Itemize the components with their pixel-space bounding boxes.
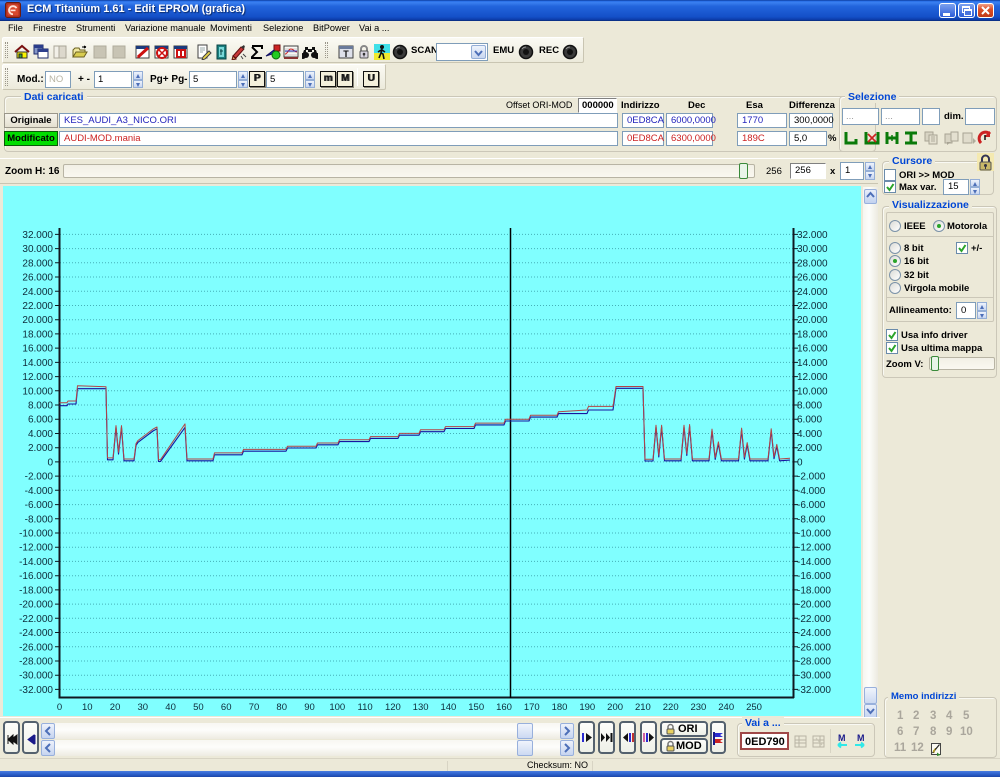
svg-text:-4.000: -4.000	[25, 486, 54, 497]
svg-text:-22.000: -22.000	[797, 614, 831, 625]
svg-text:-18.000: -18.000	[797, 585, 831, 596]
svg-text:-20.000: -20.000	[797, 600, 831, 611]
svg-text:190: 190	[579, 702, 595, 713]
svg-text:-28.000: -28.000	[797, 657, 831, 668]
svg-text:20: 20	[110, 702, 121, 713]
svg-text:80: 80	[276, 702, 287, 713]
svg-text:120: 120	[385, 702, 401, 713]
svg-text:-32.000: -32.000	[19, 685, 53, 696]
svg-text:130: 130	[413, 702, 429, 713]
svg-text:-10.000: -10.000	[797, 529, 831, 540]
svg-text:-30.000: -30.000	[19, 671, 53, 682]
svg-text:40: 40	[165, 702, 176, 713]
svg-text:30.000: 30.000	[22, 244, 53, 255]
svg-text:-26.000: -26.000	[19, 642, 53, 653]
svg-text:-22.000: -22.000	[19, 614, 53, 625]
svg-text:6.000: 6.000	[797, 415, 822, 426]
svg-text:-8.000: -8.000	[25, 514, 54, 525]
svg-text:2.000: 2.000	[797, 443, 822, 454]
svg-text:140: 140	[440, 702, 456, 713]
svg-text:2.000: 2.000	[28, 443, 53, 454]
svg-text:-14.000: -14.000	[797, 557, 831, 568]
svg-text:-24.000: -24.000	[19, 628, 53, 639]
svg-text:18.000: 18.000	[797, 329, 828, 340]
svg-text:18.000: 18.000	[22, 329, 53, 340]
svg-text:90: 90	[304, 702, 315, 713]
svg-text:24.000: 24.000	[22, 287, 53, 298]
svg-text:4.000: 4.000	[28, 429, 53, 440]
svg-text:230: 230	[690, 702, 706, 713]
svg-text:28.000: 28.000	[22, 258, 53, 269]
svg-text:-12.000: -12.000	[19, 543, 53, 554]
svg-text:-24.000: -24.000	[797, 628, 831, 639]
svg-text:-16.000: -16.000	[797, 571, 831, 582]
svg-text:-10.000: -10.000	[19, 529, 53, 540]
svg-text:12.000: 12.000	[797, 372, 828, 383]
svg-text:16.000: 16.000	[22, 344, 53, 355]
svg-text:-32.000: -32.000	[797, 685, 831, 696]
svg-text:70: 70	[249, 702, 260, 713]
svg-text:-20.000: -20.000	[19, 600, 53, 611]
svg-text:22.000: 22.000	[797, 301, 828, 312]
svg-text:-26.000: -26.000	[797, 642, 831, 653]
svg-text:20.000: 20.000	[22, 315, 53, 326]
svg-text:8.000: 8.000	[797, 401, 822, 412]
svg-text:-8.000: -8.000	[797, 514, 826, 525]
svg-text:30.000: 30.000	[797, 244, 828, 255]
svg-text:26.000: 26.000	[797, 273, 828, 284]
svg-text:6.000: 6.000	[28, 415, 53, 426]
svg-text:0: 0	[57, 702, 62, 713]
svg-text:32.000: 32.000	[22, 230, 53, 241]
svg-text:4.000: 4.000	[797, 429, 822, 440]
svg-text:M: M	[857, 733, 865, 743]
svg-text:26.000: 26.000	[22, 273, 53, 284]
svg-text:-16.000: -16.000	[19, 571, 53, 582]
svg-text:0: 0	[47, 457, 53, 468]
svg-text:210: 210	[635, 702, 651, 713]
svg-text:10: 10	[82, 702, 93, 713]
svg-text:28.000: 28.000	[797, 258, 828, 269]
svg-text:14.000: 14.000	[797, 358, 828, 369]
svg-text:0: 0	[797, 457, 803, 468]
svg-text:170: 170	[524, 702, 540, 713]
svg-text:240: 240	[718, 702, 734, 713]
svg-text:24.000: 24.000	[797, 287, 828, 298]
svg-text:-14.000: -14.000	[19, 557, 53, 568]
svg-text:10.000: 10.000	[797, 386, 828, 397]
svg-text:150: 150	[468, 702, 484, 713]
svg-text:-4.000: -4.000	[797, 486, 826, 497]
svg-text:T: T	[343, 49, 349, 59]
svg-text:20.000: 20.000	[797, 315, 828, 326]
svg-text:160: 160	[496, 702, 512, 713]
svg-text:100: 100	[329, 702, 345, 713]
svg-text:-2.000: -2.000	[25, 472, 54, 483]
svg-text:200: 200	[607, 702, 623, 713]
svg-text:M: M	[838, 733, 846, 743]
svg-text:-6.000: -6.000	[797, 500, 826, 511]
svg-text:-30.000: -30.000	[797, 671, 831, 682]
svg-text:8.000: 8.000	[28, 401, 53, 412]
svg-text:50: 50	[193, 702, 204, 713]
svg-text:180: 180	[552, 702, 568, 713]
svg-text:-6.000: -6.000	[25, 500, 54, 511]
svg-text:32.000: 32.000	[797, 230, 828, 241]
svg-text:16.000: 16.000	[797, 344, 828, 355]
svg-text:-12.000: -12.000	[797, 543, 831, 554]
svg-text:12.000: 12.000	[22, 372, 53, 383]
svg-text:-28.000: -28.000	[19, 657, 53, 668]
svg-text:10.000: 10.000	[22, 386, 53, 397]
svg-text:30: 30	[138, 702, 149, 713]
svg-text:60: 60	[221, 702, 232, 713]
svg-text:220: 220	[663, 702, 679, 713]
svg-text:110: 110	[358, 702, 373, 713]
svg-text:250: 250	[746, 702, 762, 713]
svg-text:-18.000: -18.000	[19, 585, 53, 596]
svg-text:14.000: 14.000	[22, 358, 53, 369]
svg-text:-2.000: -2.000	[797, 472, 826, 483]
svg-text:22.000: 22.000	[22, 301, 53, 312]
